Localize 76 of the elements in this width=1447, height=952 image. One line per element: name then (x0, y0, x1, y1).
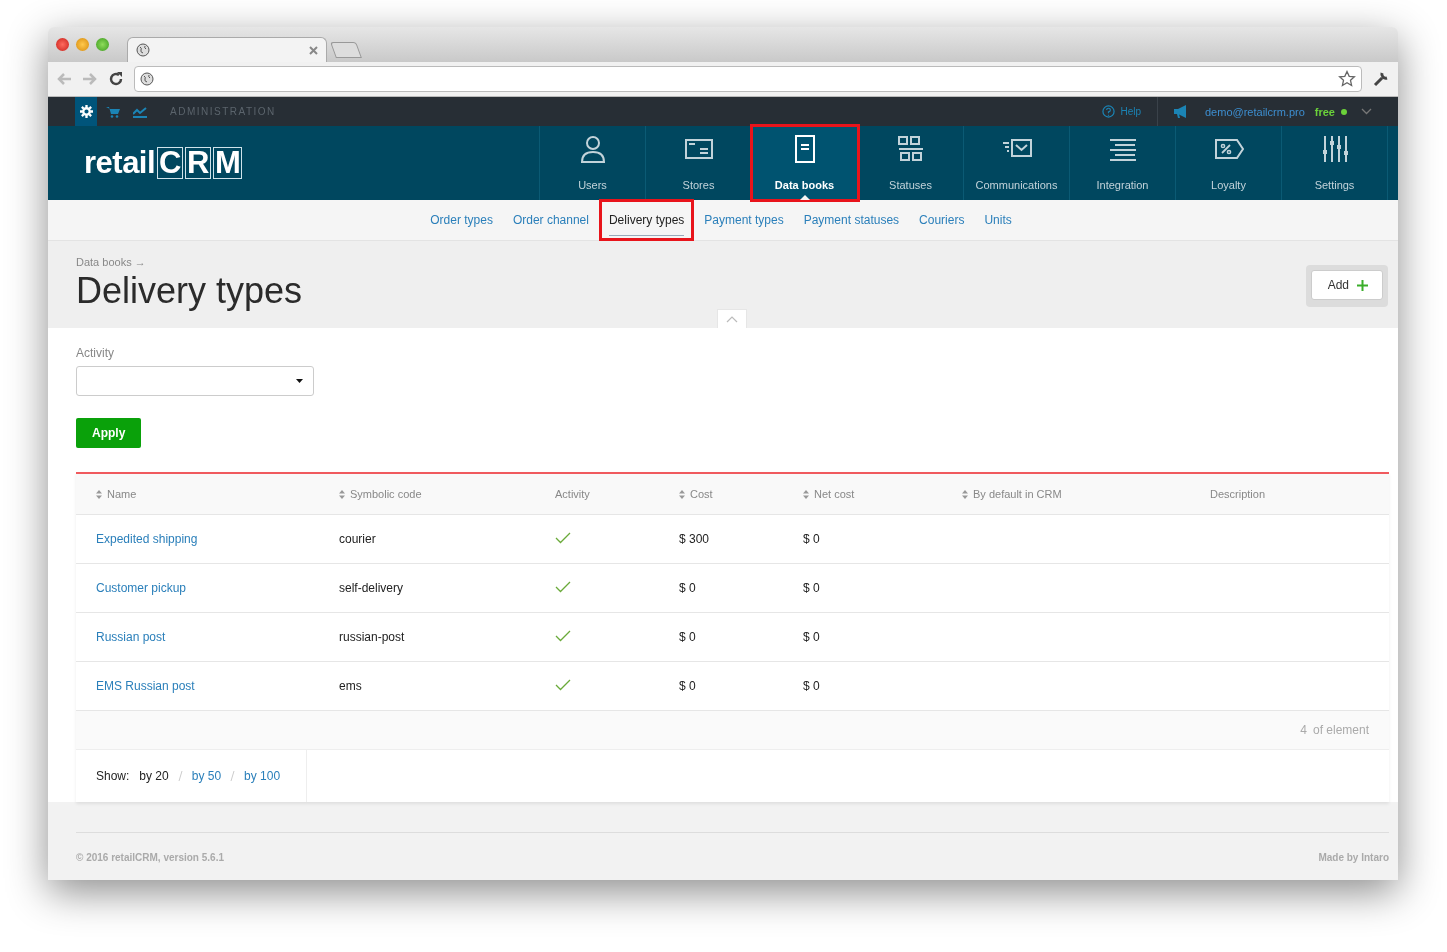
column-header[interactable]: By default in CRM (973, 488, 1062, 500)
table-cell: $ 0 (803, 532, 820, 546)
table-cell: ems (339, 679, 362, 693)
subnav-tab[interactable]: Delivery types (599, 200, 694, 240)
reload-icon[interactable] (108, 71, 124, 87)
subnav-tab[interactable]: Payment statuses (794, 200, 909, 240)
page-size-option[interactable]: by 50 (191, 769, 222, 783)
table-cell: courier (339, 532, 376, 546)
copyright-text: © 2016 retailCRM, version 5.6.1 (76, 852, 224, 863)
new-tab-button[interactable] (330, 42, 362, 58)
maximize-window-button[interactable] (96, 38, 109, 51)
caret-icon (296, 379, 303, 383)
separator-icon (177, 771, 183, 781)
status-dot-icon (1341, 108, 1347, 115)
count-label: of element (1312, 723, 1369, 737)
column-header[interactable]: Symbolic code (350, 488, 422, 500)
field-label: Activity (76, 346, 114, 360)
table-cell: $ 0 (803, 679, 820, 693)
plan-label: free (1314, 105, 1336, 118)
table-cell: $ 300 (679, 532, 710, 546)
column-header[interactable]: Name (107, 488, 137, 500)
table-cell: $ 0 (803, 630, 820, 644)
show-label: Show: (96, 769, 130, 783)
close-icon[interactable] (309, 45, 318, 55)
subnav-tab[interactable]: Couriers (910, 200, 974, 240)
star-icon[interactable] (1338, 70, 1356, 88)
sort-icon[interactable] (803, 489, 809, 499)
wrench-icon[interactable] (1372, 70, 1390, 88)
table-cell: $ 0 (679, 630, 696, 644)
globe-icon (140, 72, 154, 86)
column-header[interactable]: Cost (690, 488, 713, 500)
sort-icon[interactable] (679, 489, 685, 499)
page-size-option[interactable]: by 20 (139, 769, 169, 783)
table-cell: $ 0 (679, 679, 696, 693)
name-link[interactable]: Russian post (96, 630, 166, 644)
subnav-tab[interactable]: Payment types (695, 200, 793, 240)
table-cell: $ 0 (803, 581, 820, 595)
browser-tab[interactable] (127, 37, 327, 62)
minimize-window-button[interactable] (76, 38, 89, 51)
column-header[interactable]: Net cost (814, 488, 855, 500)
column-header: Activity (555, 488, 590, 500)
apply-button[interactable]: Apply (76, 418, 142, 448)
column-header: Description (1210, 488, 1266, 500)
add-button[interactable]: Add (1310, 270, 1383, 300)
count-value: 4 (1300, 723, 1307, 737)
close-window-button[interactable] (56, 38, 69, 51)
chevron-down-icon[interactable] (1361, 108, 1372, 115)
sort-icon[interactable] (962, 489, 968, 499)
breadcrumb-link[interactable]: Data books → (76, 256, 303, 268)
subnav-tab[interactable]: Order channel (503, 200, 598, 240)
subnav-tab[interactable]: Order types (421, 200, 502, 240)
nav-item[interactable]: Data books (752, 126, 858, 200)
forward-icon[interactable] (82, 72, 98, 86)
sort-icon[interactable] (96, 489, 102, 499)
name-link[interactable]: Expedited shipping (96, 532, 198, 546)
table-cell: $ 0 (679, 581, 696, 595)
plus-icon (1357, 279, 1368, 291)
activity-dropdown[interactable] (76, 366, 314, 396)
page-title: Delivery types (76, 270, 303, 312)
table-cell: russian-post (339, 630, 405, 644)
back-icon[interactable] (56, 72, 72, 86)
name-link[interactable]: EMS Russian post (96, 679, 195, 693)
subnav-tab[interactable]: Units (975, 200, 1021, 240)
page-size-option[interactable]: by 100 (244, 769, 281, 783)
credit-text: Made by Intaro (1318, 852, 1389, 863)
name-link[interactable]: Customer pickup (96, 581, 187, 595)
table-cell: self-delivery (339, 581, 404, 595)
help-icon (1102, 105, 1116, 118)
megaphone-icon[interactable] (1174, 105, 1189, 118)
separator-icon (230, 771, 236, 781)
chevron-up-icon (726, 315, 738, 323)
settings-icon[interactable] (75, 97, 97, 126)
user-email[interactable]: demo@retailcrm.pro (1205, 105, 1315, 118)
sort-icon[interactable] (339, 489, 345, 499)
address-field[interactable] (134, 66, 1362, 92)
globe-icon (136, 43, 150, 57)
